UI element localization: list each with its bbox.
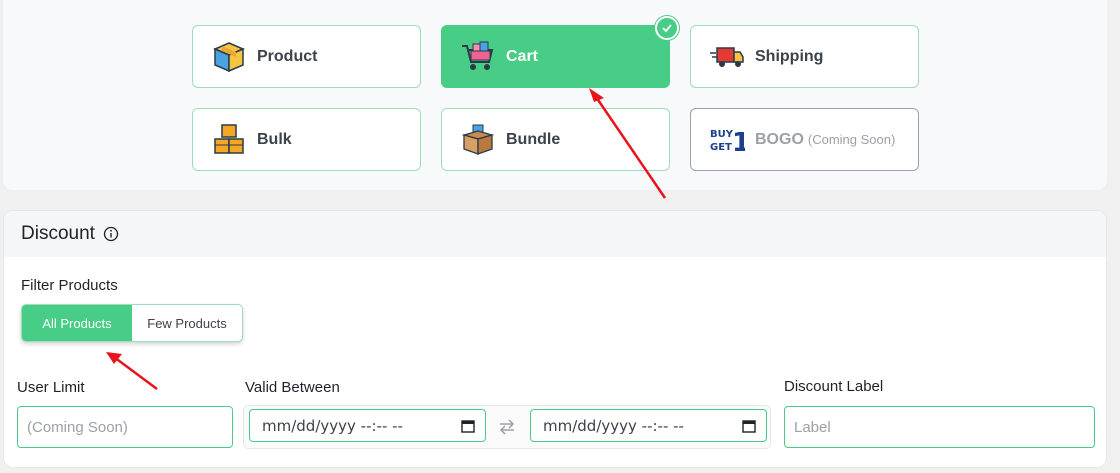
info-icon[interactable] — [103, 226, 119, 242]
discount-type-label: Shipping — [755, 47, 824, 65]
discount-label-label: Discount Label — [784, 378, 884, 395]
discount-type-label: Bundle — [506, 130, 561, 148]
shopping-cart-icon — [460, 39, 496, 75]
user-limit-input[interactable]: (Coming Soon) — [17, 406, 233, 448]
stacked-boxes-icon — [211, 122, 247, 158]
end-datetime-value: mm/dd/yyyy --:-- -- — [543, 416, 684, 435]
discount-type-label: BOGO — [755, 130, 804, 148]
discount-header: Discount — [4, 211, 1106, 257]
delivery-truck-icon — [709, 39, 745, 75]
discount-type-panel: Product Cart Shipping Bulk Bundle BUY GE… — [3, 0, 1107, 190]
all-products-option[interactable]: All Products — [22, 305, 132, 341]
discount-type-bogo[interactable]: BUY GET 1 BOGO (Coming Soon) — [690, 108, 919, 171]
discount-type-bundle[interactable]: Bundle — [441, 108, 670, 171]
discount-label-input[interactable]: Label — [784, 406, 1095, 448]
valid-between-label: Valid Between — [245, 379, 340, 396]
discount-type-label: Bulk — [257, 130, 292, 148]
open-box-icon — [460, 122, 496, 158]
discount-label-placeholder: Label — [794, 418, 831, 436]
user-limit-label: User Limit — [17, 379, 85, 396]
calendar-icon[interactable] — [461, 419, 475, 437]
svg-text:GET: GET — [710, 142, 732, 153]
svg-text:1: 1 — [732, 128, 745, 155]
calendar-icon[interactable] — [742, 419, 756, 437]
selected-check-icon — [655, 16, 679, 40]
discount-type-bulk[interactable]: Bulk — [192, 108, 421, 171]
end-datetime-input[interactable]: mm/dd/yyyy --:-- -- — [530, 409, 767, 442]
discount-type-shipping[interactable]: Shipping — [690, 25, 919, 88]
filter-products-toggle: All Products Few Products — [21, 304, 243, 342]
swap-arrows-icon — [498, 419, 516, 440]
start-datetime-value: mm/dd/yyyy --:-- -- — [262, 416, 403, 435]
coming-soon-note: (Coming Soon) — [807, 132, 896, 147]
discount-type-label: Product — [257, 47, 318, 65]
section-title: Discount — [21, 223, 95, 244]
buy-get-1-icon: BUY GET 1 — [709, 122, 745, 158]
discount-type-cart[interactable]: Cart — [441, 16, 679, 88]
svg-text:BUY: BUY — [710, 129, 734, 140]
valid-between-range: mm/dd/yyyy --:-- -- mm/dd/yyyy --:-- -- — [243, 405, 771, 449]
user-limit-placeholder: (Coming Soon) — [27, 418, 128, 436]
discount-type-label: Cart — [506, 47, 539, 65]
box-icon — [211, 39, 247, 75]
filter-products-label: Filter Products — [21, 277, 118, 294]
few-products-option[interactable]: Few Products — [132, 305, 242, 341]
start-datetime-input[interactable]: mm/dd/yyyy --:-- -- — [249, 409, 486, 442]
discount-type-product[interactable]: Product — [192, 25, 421, 88]
